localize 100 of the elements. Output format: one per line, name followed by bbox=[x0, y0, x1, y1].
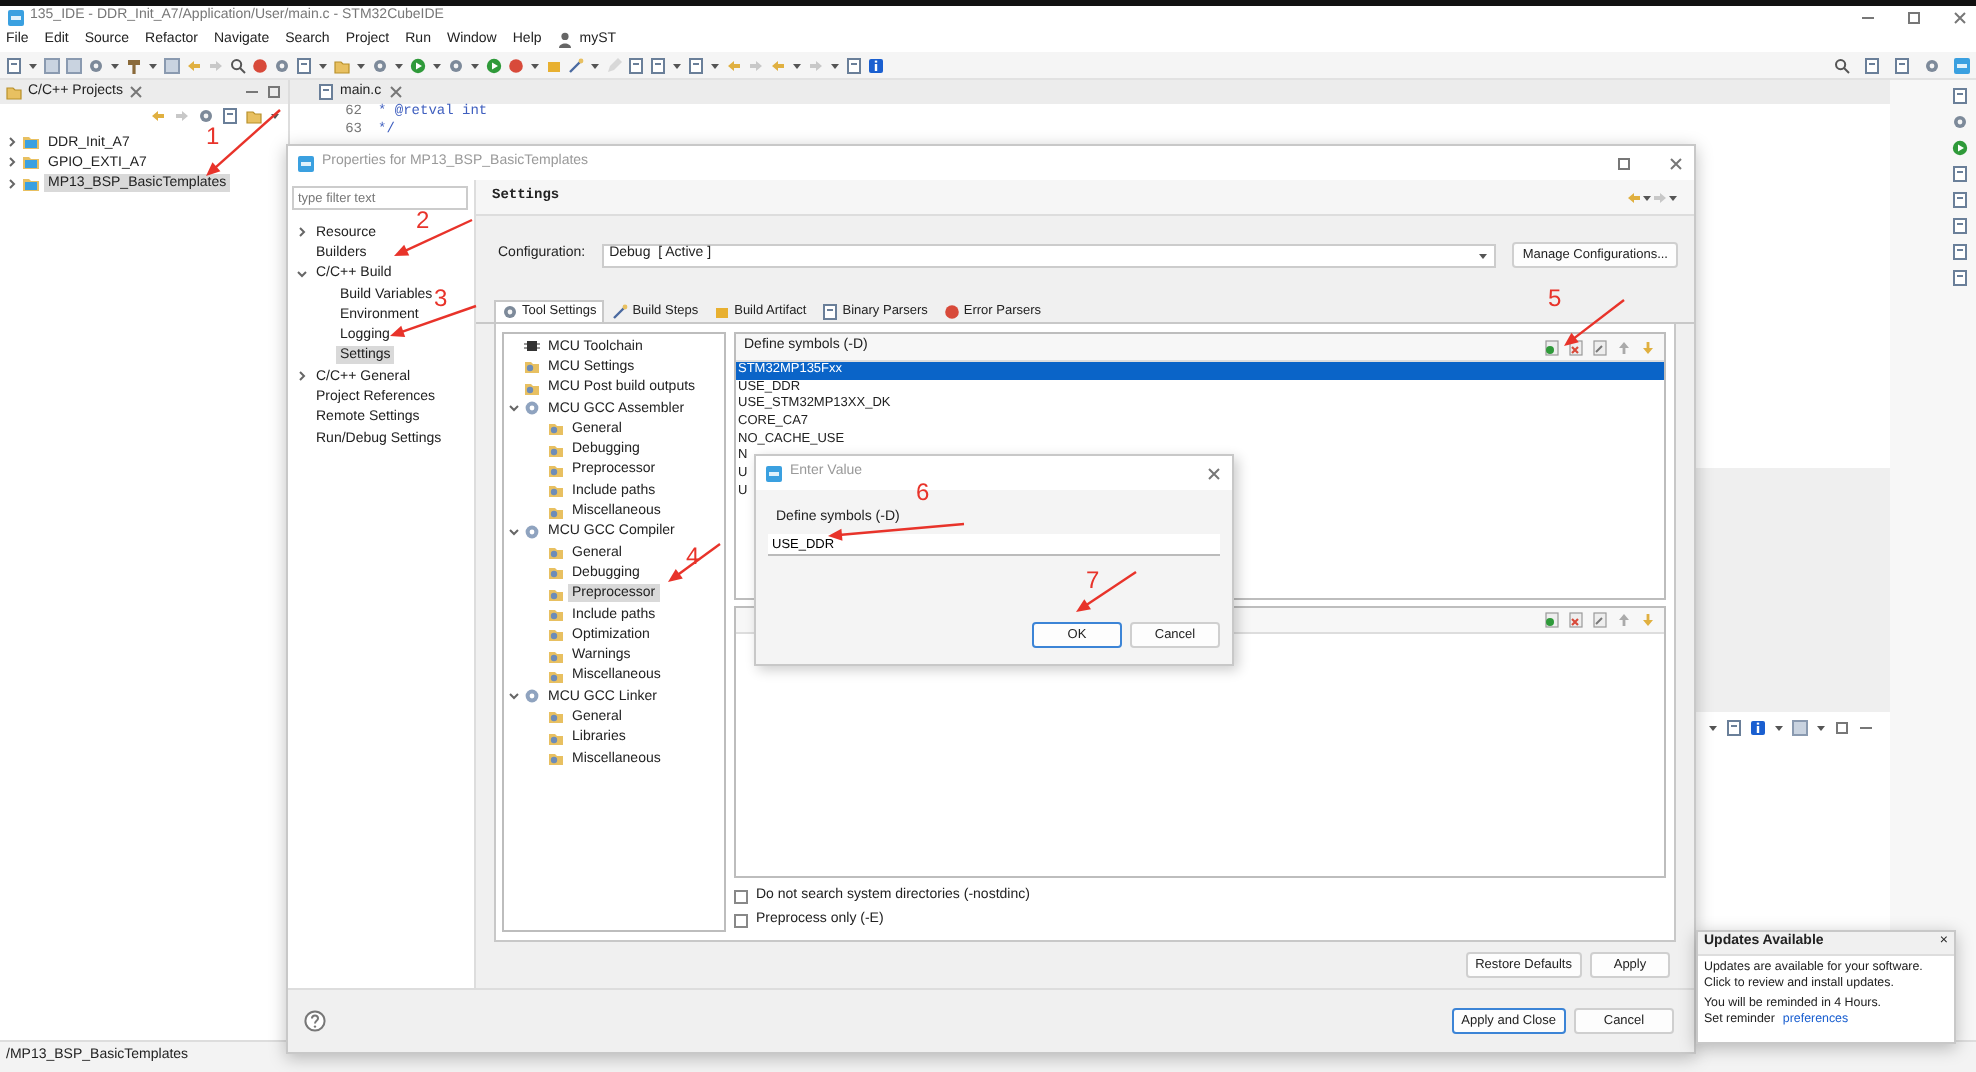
collapsed-chevron-icon[interactable] bbox=[6, 154, 18, 171]
app-icon bbox=[298, 155, 314, 171]
gear-icon[interactable] bbox=[1952, 114, 1968, 130]
info-icon[interactable] bbox=[868, 57, 884, 73]
app-icon bbox=[8, 9, 24, 25]
stop-icon bbox=[943, 304, 960, 320]
folder-gear-icon bbox=[548, 441, 564, 458]
checkbox[interactable] bbox=[734, 889, 748, 903]
annotation-arrow bbox=[1076, 571, 1137, 612]
maximize-icon[interactable] bbox=[266, 84, 282, 100]
package-icon bbox=[714, 304, 731, 320]
search-icon[interactable] bbox=[1834, 57, 1850, 73]
add-icon[interactable] bbox=[1544, 339, 1560, 355]
document-icon[interactable] bbox=[1952, 192, 1968, 208]
document-icon[interactable] bbox=[688, 57, 704, 73]
document-icon[interactable] bbox=[296, 57, 312, 73]
document-icon[interactable] bbox=[6, 57, 22, 73]
folder-icon[interactable] bbox=[246, 108, 262, 124]
project-icon bbox=[22, 134, 40, 151]
annotation-number: 3 bbox=[434, 286, 448, 310]
run-icon[interactable] bbox=[410, 57, 426, 73]
help-icon[interactable] bbox=[304, 1010, 326, 1032]
expanded-chevron-icon[interactable] bbox=[508, 523, 520, 540]
folder-gear-icon bbox=[524, 358, 540, 375]
collapsed-chevron-icon[interactable] bbox=[6, 175, 18, 192]
run-icon[interactable] bbox=[486, 57, 502, 73]
folder-gear-icon bbox=[548, 544, 564, 561]
folder-gear-icon bbox=[524, 379, 540, 396]
document-icon[interactable] bbox=[1726, 720, 1742, 736]
wand-icon[interactable] bbox=[568, 57, 584, 73]
edit-icon[interactable] bbox=[1592, 611, 1608, 628]
document-icon bbox=[822, 304, 839, 320]
maximize-icon[interactable] bbox=[1834, 720, 1850, 736]
caret-icon[interactable] bbox=[270, 108, 280, 124]
document-icon[interactable] bbox=[222, 108, 238, 124]
project-icon bbox=[22, 175, 40, 192]
document-icon[interactable] bbox=[1952, 166, 1968, 182]
document-icon[interactable] bbox=[1864, 57, 1880, 73]
caret-icon[interactable] bbox=[1816, 720, 1826, 736]
annotation-arrow bbox=[828, 522, 965, 541]
folder-gear-icon bbox=[548, 585, 564, 602]
move-up-icon[interactable] bbox=[1616, 339, 1632, 355]
document-icon[interactable] bbox=[1952, 244, 1968, 260]
folder-gear-icon bbox=[548, 667, 564, 684]
app-icon[interactable] bbox=[1954, 57, 1970, 73]
caret-icon[interactable] bbox=[1774, 720, 1784, 736]
annotation-number: 5 bbox=[1548, 286, 1562, 310]
document-icon[interactable] bbox=[846, 57, 862, 73]
stop-icon[interactable] bbox=[508, 57, 524, 73]
stop-icon[interactable] bbox=[252, 57, 268, 73]
close-icon[interactable] bbox=[1952, 9, 1968, 25]
document-icon[interactable] bbox=[1952, 218, 1968, 234]
document-icon[interactable] bbox=[650, 57, 666, 73]
add-icon[interactable] bbox=[1544, 611, 1560, 628]
expanded-chevron-icon[interactable] bbox=[296, 265, 308, 282]
close-icon[interactable] bbox=[387, 84, 404, 100]
run-icon[interactable] bbox=[1952, 140, 1968, 156]
maximize-icon[interactable] bbox=[1906, 9, 1922, 25]
expanded-chevron-icon[interactable] bbox=[508, 688, 520, 705]
close-icon[interactable] bbox=[128, 84, 145, 100]
folder-gear-icon bbox=[548, 708, 564, 725]
folder-icon[interactable] bbox=[334, 57, 350, 73]
gear-icon[interactable] bbox=[372, 57, 388, 73]
close-icon[interactable] bbox=[1206, 465, 1222, 481]
hammer-icon[interactable] bbox=[126, 57, 142, 73]
close-icon[interactable] bbox=[1668, 155, 1684, 171]
chip-icon bbox=[524, 338, 540, 355]
tool-icon bbox=[524, 523, 540, 540]
gear-icon[interactable] bbox=[88, 57, 104, 73]
folder-gear-icon bbox=[548, 482, 564, 499]
gear-icon[interactable] bbox=[448, 57, 464, 73]
person-icon bbox=[557, 31, 572, 48]
folder-gear-icon bbox=[548, 750, 564, 767]
folder-gear-icon bbox=[548, 503, 564, 520]
collapsed-chevron-icon[interactable] bbox=[296, 368, 308, 385]
document-icon bbox=[318, 84, 334, 100]
move-up-icon[interactable] bbox=[1616, 611, 1632, 628]
gear-icon[interactable] bbox=[198, 108, 214, 124]
caret-icon[interactable] bbox=[1708, 720, 1718, 736]
gear-icon[interactable] bbox=[274, 57, 290, 73]
annotation-number: 7 bbox=[1086, 568, 1100, 592]
gear-icon[interactable] bbox=[1924, 57, 1940, 73]
checkbox[interactable] bbox=[734, 913, 748, 927]
expanded-chevron-icon[interactable] bbox=[508, 400, 520, 417]
maximize-icon[interactable] bbox=[1616, 155, 1632, 171]
document-icon[interactable] bbox=[1952, 88, 1968, 104]
gear-icon bbox=[502, 304, 518, 320]
annotation-arrow bbox=[668, 543, 721, 582]
collapsed-chevron-icon[interactable] bbox=[296, 224, 308, 241]
delete-icon[interactable] bbox=[1568, 611, 1584, 628]
document-icon[interactable] bbox=[1894, 57, 1910, 73]
collapsed-chevron-icon[interactable] bbox=[6, 134, 18, 151]
info-icon[interactable] bbox=[1750, 720, 1766, 736]
edit-icon[interactable] bbox=[1592, 339, 1608, 355]
app-icon bbox=[766, 465, 782, 481]
search-icon[interactable] bbox=[230, 57, 246, 73]
document-icon[interactable] bbox=[1952, 270, 1968, 286]
folder-icon bbox=[6, 84, 22, 100]
folder-gear-icon bbox=[548, 461, 564, 478]
document-icon[interactable] bbox=[628, 57, 644, 73]
